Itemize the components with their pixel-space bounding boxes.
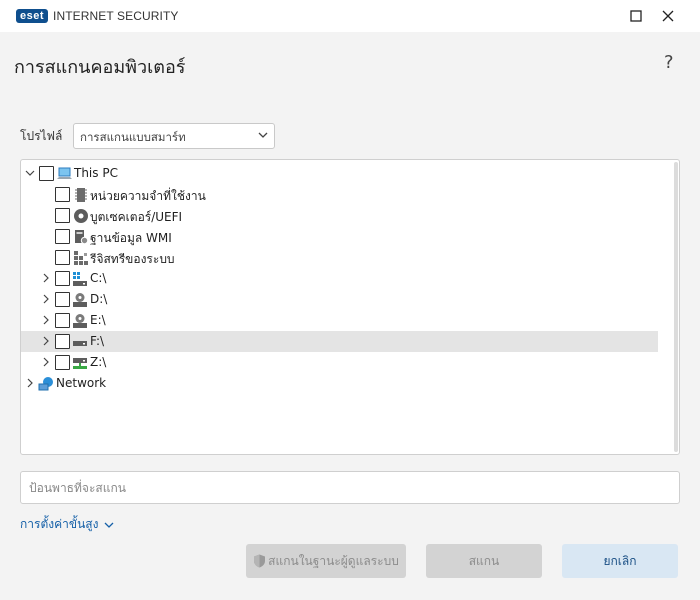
tree-item-label: บูตเซคเตอร์/UEFI	[90, 210, 183, 224]
checkbox-drive-c[interactable]	[55, 271, 70, 286]
checkbox-drive-z[interactable]	[55, 355, 70, 370]
scan-as-admin-label: สแกนในฐานะผู้ดูแลระบบ	[268, 553, 399, 568]
checkbox-boot-sector[interactable]	[55, 208, 70, 223]
tree-item-label: C:\	[90, 271, 107, 285]
tree-item-drive-c[interactable]: C:\	[21, 268, 658, 289]
profile-label: โปรไฟล์	[20, 129, 63, 143]
chevron-right-icon[interactable]	[41, 294, 51, 304]
advanced-settings-label: การตั้งค่าขั้นสูง	[20, 517, 99, 531]
removable-drive-icon	[73, 341, 87, 346]
chevron-right-icon[interactable]	[41, 357, 51, 367]
checkbox-this-pc[interactable]	[39, 166, 54, 181]
tree-item-label: D:\	[90, 292, 108, 306]
brand: eset INTERNET SECURITY	[16, 9, 179, 23]
tree-item-boot-sector[interactable]: บูตเซคเตอร์/UEFI	[21, 205, 658, 226]
tree-item-label: This PC	[74, 166, 118, 180]
checkbox-registry[interactable]	[55, 250, 70, 265]
eset-logo: eset	[16, 9, 49, 23]
scan-target-tree[interactable]: This PC หน่วยความจำที่ใช้งาน บูตเซคเตอร์…	[20, 159, 680, 455]
tree-item-this-pc[interactable]: This PC	[21, 163, 658, 184]
tree-item-drive-f[interactable]: F:\	[21, 331, 658, 352]
tree-item-drive-d[interactable]: D:\	[21, 289, 658, 310]
computer-icon	[57, 167, 72, 179]
cancel-button-label: ยกเลิก	[603, 553, 637, 568]
product-name: INTERNET SECURITY	[53, 9, 179, 23]
tree-item-label: รีจิสทรีของระบบ	[90, 252, 175, 266]
tree-item-memory[interactable]: หน่วยความจำที่ใช้งาน	[21, 184, 658, 205]
chevron-down-icon[interactable]	[25, 168, 35, 178]
advanced-settings-toggle[interactable]: การตั้งค่าขั้นสูง	[20, 515, 114, 534]
database-icon	[75, 230, 89, 245]
tree-item-drive-z[interactable]: Z:\	[21, 352, 658, 373]
tree-item-label: Z:\	[90, 355, 107, 369]
profile-select[interactable]: การสแกนแบบสมาร์ท	[73, 123, 275, 149]
optical-drive-icon	[73, 314, 87, 328]
tree-item-label: หน่วยความจำที่ใช้งาน	[90, 189, 206, 203]
scan-as-admin-button[interactable]: สแกนในฐานะผู้ดูแลระบบ	[246, 544, 406, 578]
tree-item-drive-e[interactable]: E:\	[21, 310, 658, 331]
chevron-down-icon	[105, 522, 114, 528]
scan-button-label: สแกน	[468, 553, 500, 568]
tree-item-label: F:\	[90, 334, 105, 348]
help-icon[interactable]: ?	[664, 52, 674, 73]
checkbox-drive-e[interactable]	[55, 313, 70, 328]
tree-item-wmi[interactable]: ฐานข้อมูล WMI	[21, 226, 658, 247]
tree-item-network[interactable]: Network	[21, 373, 658, 394]
system-drive-icon	[73, 272, 87, 286]
chevron-right-icon[interactable]	[41, 336, 51, 346]
close-button[interactable]	[656, 4, 680, 28]
optical-drive-icon	[73, 293, 87, 307]
checkbox-memory[interactable]	[55, 187, 70, 202]
cancel-button[interactable]: ยกเลิก	[562, 544, 678, 578]
profile-select-value: การสแกนแบบสมาร์ท	[80, 130, 186, 144]
tree-item-label: ฐานข้อมูล WMI	[90, 231, 172, 245]
tree-item-registry[interactable]: รีจิสทรีของระบบ	[21, 247, 658, 268]
scan-path-input[interactable]	[20, 471, 680, 504]
chevron-right-icon[interactable]	[41, 315, 51, 325]
checkbox-wmi[interactable]	[55, 229, 70, 244]
checkbox-drive-d[interactable]	[55, 292, 70, 307]
disc-icon	[74, 209, 88, 223]
title-bar: eset INTERNET SECURITY	[0, 0, 700, 32]
chevron-down-icon	[258, 132, 268, 138]
checkbox-drive-f[interactable]	[55, 334, 70, 349]
tree-scrollbar[interactable]	[674, 162, 678, 452]
shield-icon	[254, 554, 266, 568]
network-icon	[38, 377, 53, 391]
scan-button[interactable]: สแกน	[426, 544, 542, 578]
tree-item-label: E:\	[90, 313, 106, 327]
minimize-button[interactable]	[624, 4, 648, 28]
page-title: การสแกนคอมพิวเตอร์	[14, 57, 186, 78]
memory-chip-icon	[75, 188, 87, 202]
registry-icon	[74, 251, 88, 265]
chevron-right-icon[interactable]	[41, 273, 51, 283]
network-drive-icon	[73, 358, 87, 369]
tree-item-label: Network	[56, 376, 107, 390]
close-icon	[662, 10, 674, 22]
chevron-right-icon[interactable]	[25, 378, 35, 388]
maximize-icon	[630, 10, 642, 22]
